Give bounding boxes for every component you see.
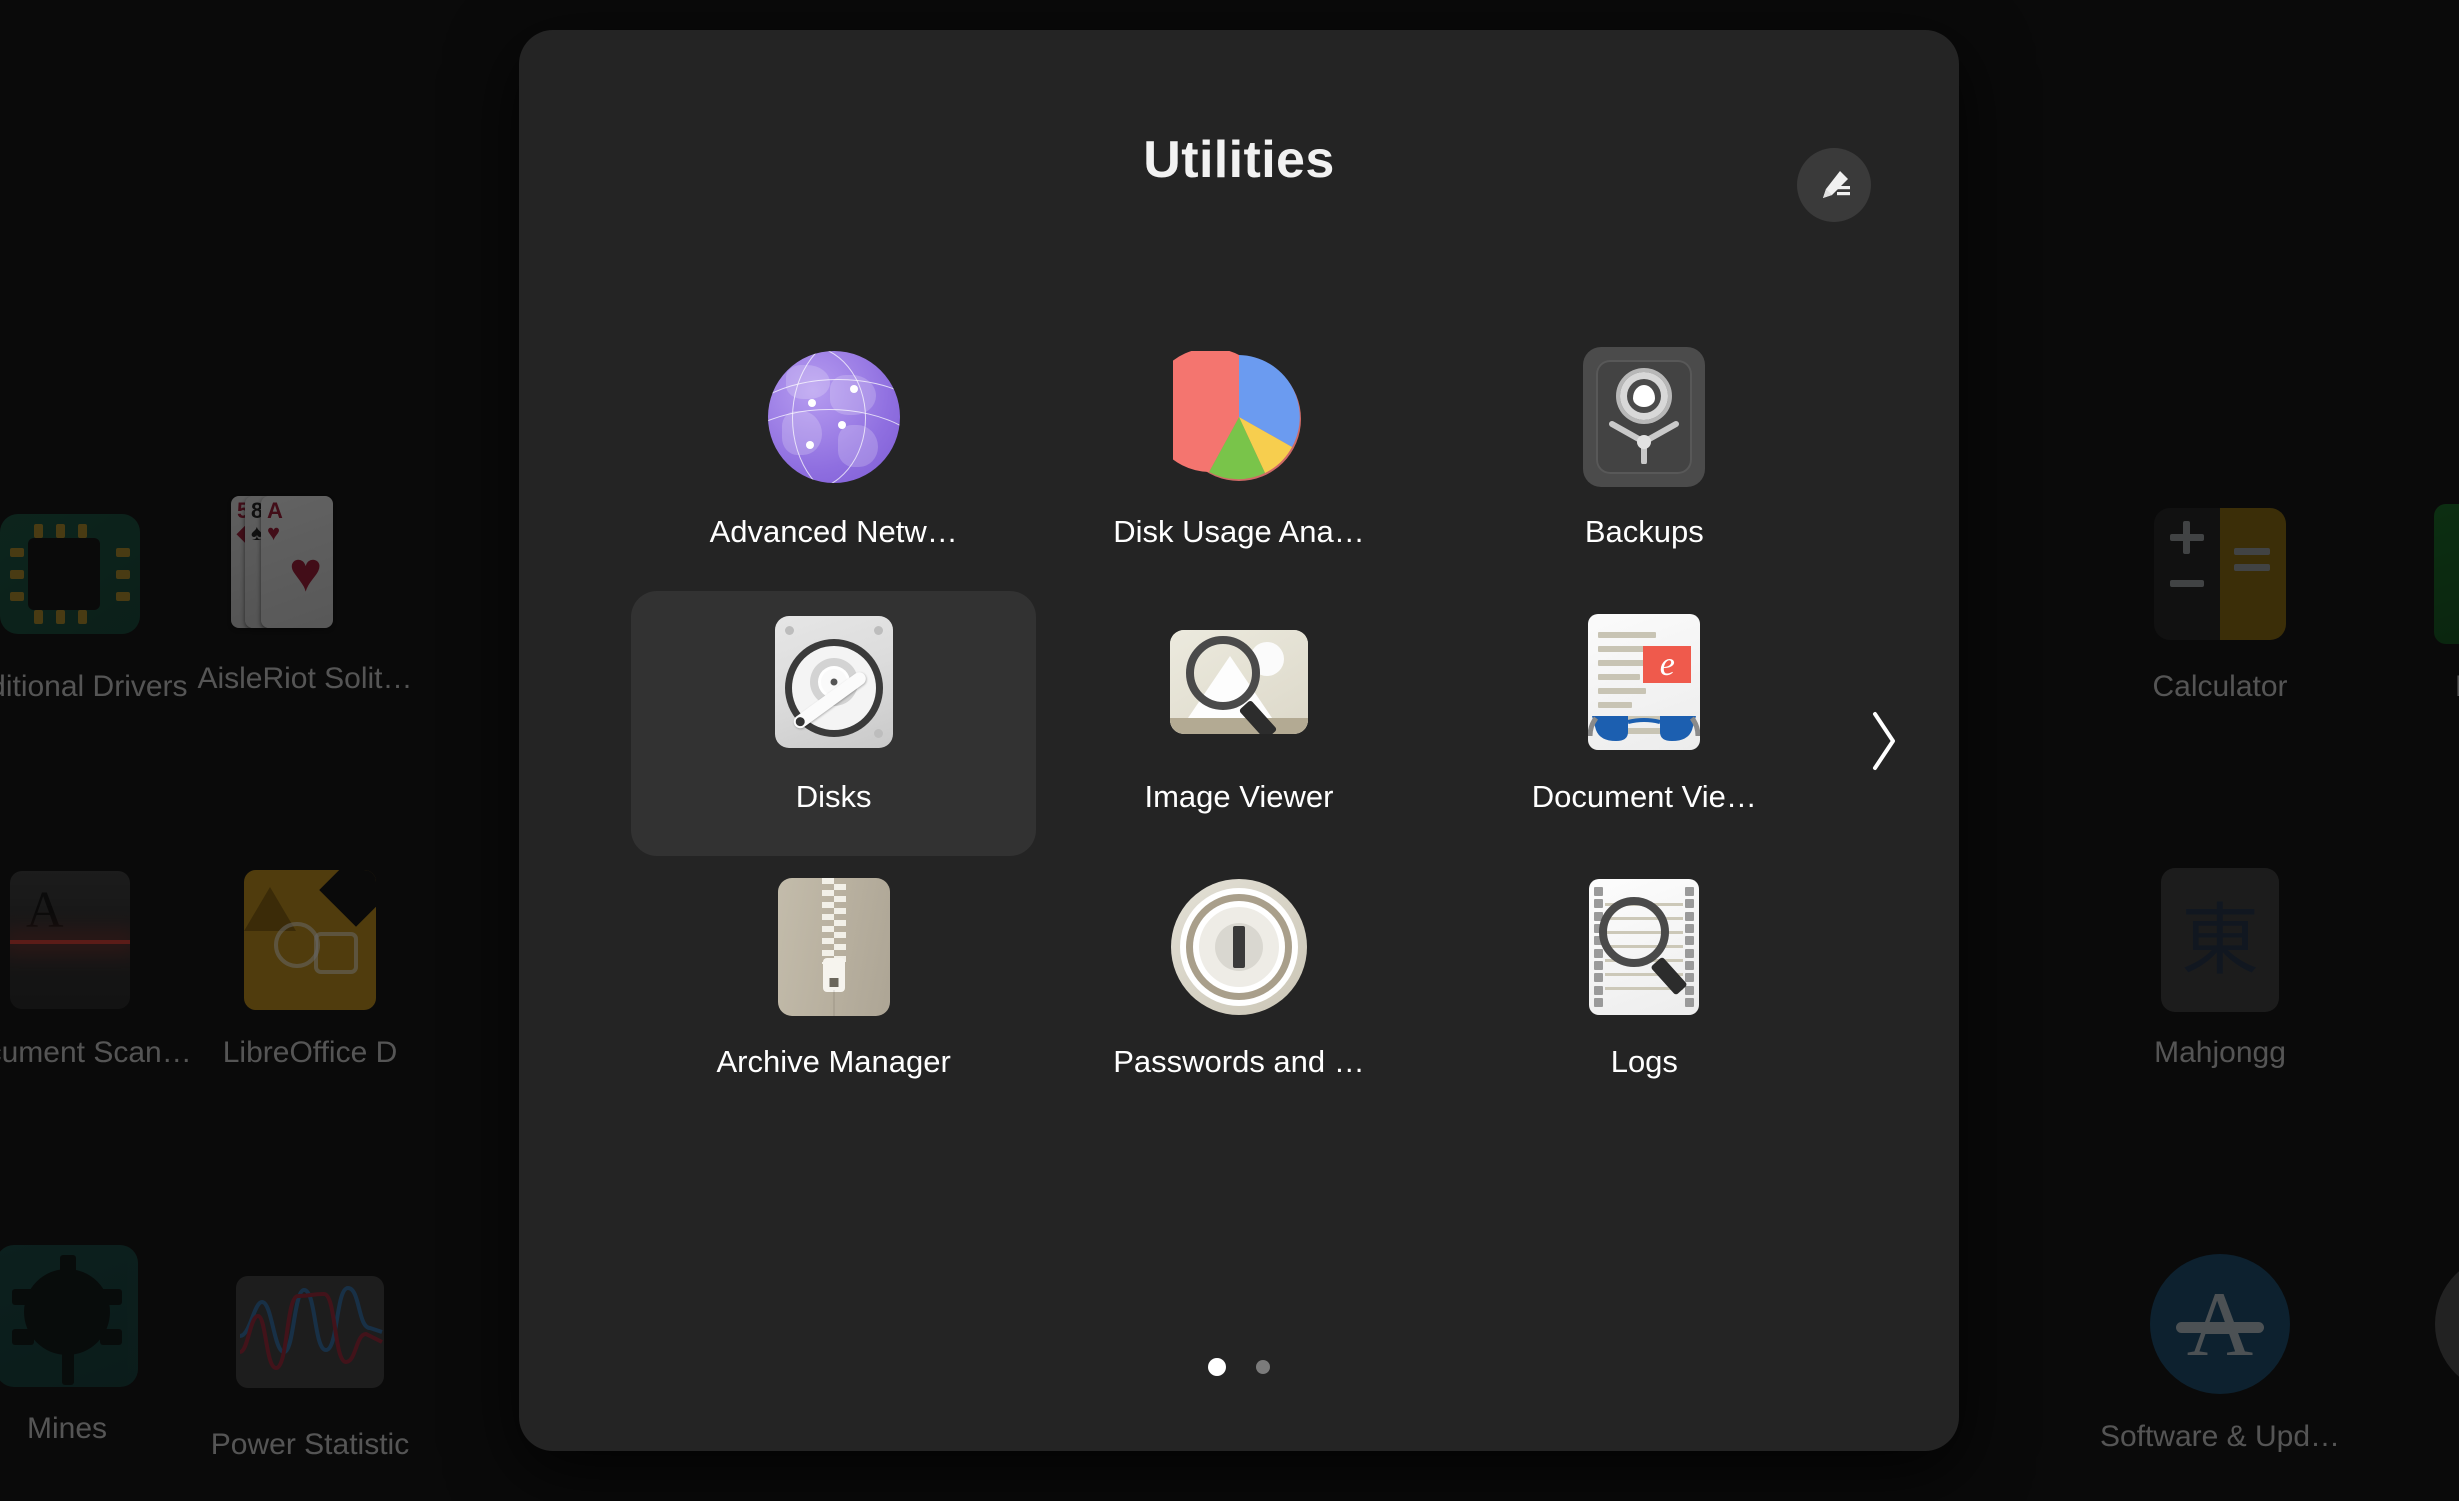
software-updates-icon: A [2146, 1250, 2294, 1398]
bg-app-libreoffice-draw[interactable]: LibreOffice D [160, 866, 460, 1070]
app-tile-disks[interactable]: Disks [631, 591, 1037, 856]
mahjong-glyph: 東 [2180, 896, 2259, 984]
chevron-right-icon [1873, 711, 1895, 770]
power-graph-icon [236, 1258, 384, 1406]
pie-chart-icon [1164, 342, 1314, 492]
bg-app-label: Mahjongg [2154, 1036, 2286, 1069]
app-label: Image Viewer [1144, 779, 1334, 814]
network-globe-icon [759, 342, 909, 492]
bg-app-power-statistics[interactable]: Power Statistic [160, 1258, 460, 1462]
naval-mine-icon [0, 1242, 141, 1390]
scanner-icon: A [0, 866, 144, 1014]
app-label: Document Vie… [1531, 779, 1757, 814]
bg-app-software[interactable]: Softwa [2355, 1250, 2459, 1454]
page-dot-2[interactable] [1256, 1360, 1270, 1374]
bg-app-label: Power Statistic [210, 1428, 410, 1461]
app-label: Backups [1584, 514, 1704, 549]
software-icon [2431, 1250, 2459, 1398]
playing-cards-icon: 5◆ 8♠ A♥ ♥ [231, 492, 379, 640]
page-dot-1[interactable] [1208, 1358, 1226, 1376]
app-tile-logs[interactable]: Logs [1442, 856, 1847, 1121]
lined-paper-magnifier-icon [1569, 872, 1719, 1022]
app-tile-image-viewer[interactable]: Image Viewer [1036, 591, 1441, 856]
bg-app-label: LibreO [2455, 670, 2459, 704]
bg-app-calculator[interactable]: Calculator [2070, 500, 2370, 704]
mahjong-tile-icon: 東 [2146, 866, 2294, 1014]
bg-app-libreoffice-calc[interactable]: LibreO [2350, 500, 2459, 704]
next-page-button[interactable] [1847, 705, 1919, 777]
calculator-icon [2146, 500, 2294, 648]
bg-app-mahjongg[interactable]: 東 Mahjongg [2070, 866, 2370, 1070]
app-tile-backups[interactable]: Backups [1442, 326, 1847, 591]
app-label: Advanced Netw… [709, 514, 958, 549]
app-tile-document-viewer[interactable]: e Document Vie… [1442, 591, 1847, 856]
safe-vault-icon [1569, 342, 1719, 492]
hard-disk-icon [759, 607, 909, 757]
app-label: Disks [795, 779, 872, 814]
desktop-app-overview: Additional Drivers 5◆ 8♠ A♥ ♥ AisleRiot … [0, 0, 2459, 1501]
glasses-icon [1588, 716, 1701, 741]
power-curve-svg [239, 1285, 383, 1371]
page-indicator [519, 1358, 1959, 1376]
app-tile-advanced-network[interactable]: Advanced Netw… [631, 326, 1036, 591]
bg-app-software-updates[interactable]: A Software & Upd… [2070, 1250, 2370, 1454]
pencil-icon [1823, 171, 1850, 198]
keyhole-icon [1164, 872, 1314, 1022]
app-tile-passwords-and-keys[interactable]: Passwords and … [1036, 856, 1441, 1121]
bg-app-label: Software & Upd… [2099, 1420, 2341, 1453]
bg-app-label: Calculator [2152, 670, 2288, 703]
document-glasses-icon: e [1569, 607, 1719, 757]
bg-app-aisleriot[interactable]: 5◆ 8♠ A♥ ♥ AisleRiot Solit… [155, 492, 455, 696]
photo-magnifier-icon [1164, 607, 1314, 757]
chip-icon [0, 500, 144, 648]
app-label: Disk Usage Ana… [1113, 514, 1365, 549]
bg-app-label: Mines [26, 1412, 108, 1445]
app-tile-archive-manager[interactable]: Archive Manager [631, 856, 1036, 1121]
app-label: Archive Manager [716, 1044, 951, 1079]
rename-folder-button[interactable] [1797, 148, 1871, 222]
folder-title: Utilities [1143, 131, 1335, 189]
app-label: Logs [1610, 1044, 1678, 1079]
folder-app-grid: Advanced Netw… Disk Usage Ana… Backups D… [631, 326, 1847, 1121]
app-folder-dialog: Utilities Advanced Netw… Disk Usage Ana…… [519, 30, 1959, 1451]
zipped-bag-icon [759, 872, 909, 1022]
safe-handle-icon [1609, 421, 1680, 464]
pie-chart-svg [1172, 351, 1301, 481]
libreoffice-draw-icon [236, 866, 384, 1014]
bg-app-label: LibreOffice D [222, 1036, 398, 1069]
libreoffice-calc-icon [2426, 500, 2459, 648]
bg-app-label: AisleRiot Solit… [197, 662, 413, 695]
app-label: Passwords and … [1113, 1044, 1365, 1079]
app-tile-disk-usage-analyzer[interactable]: Disk Usage Ana… [1036, 326, 1441, 591]
